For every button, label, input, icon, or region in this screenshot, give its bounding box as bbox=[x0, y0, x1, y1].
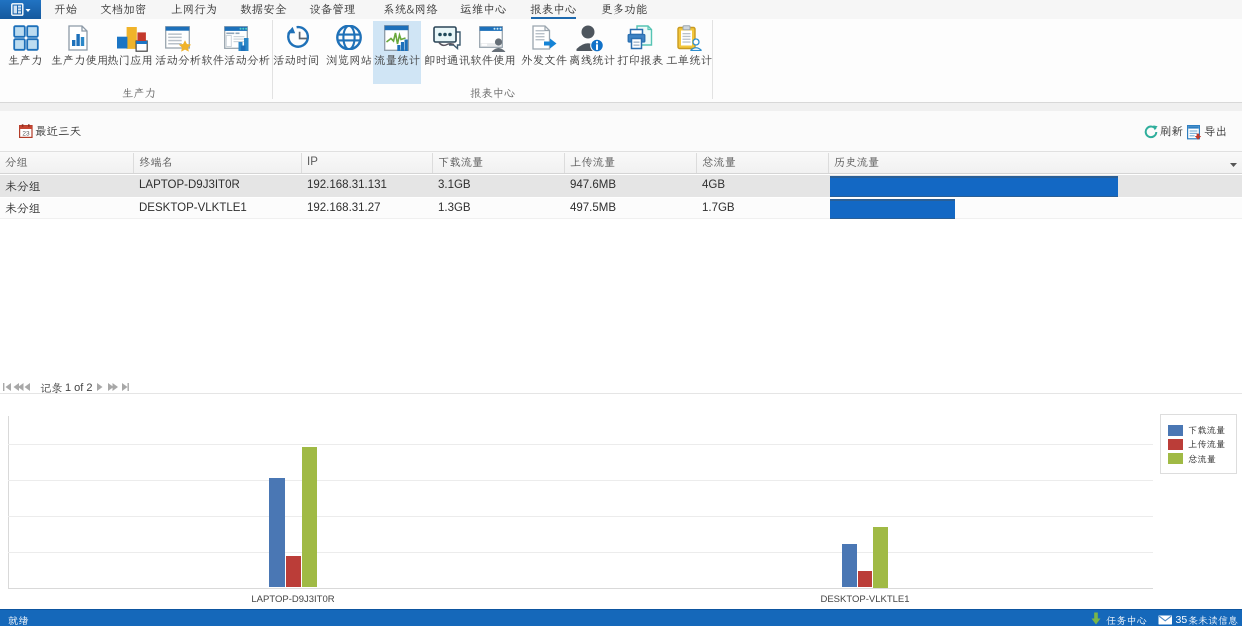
svg-text:23: 23 bbox=[22, 130, 30, 137]
